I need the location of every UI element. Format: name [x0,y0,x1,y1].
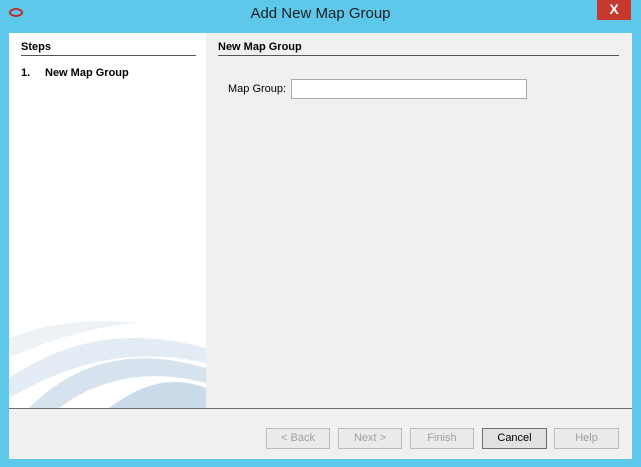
steps-divider [21,55,196,56]
window-title: Add New Map Group [250,5,391,22]
dialog-body: Steps 1. New Map Group New Map Group Map … [9,33,632,459]
finish-button[interactable]: Finish [410,428,474,449]
page-title: New Map Group [218,41,302,53]
title-bar[interactable]: Add New Map Group X [0,0,641,28]
map-group-input[interactable] [291,79,527,99]
dialog-window: Add New Map Group X Steps 1. New Map Grou… [0,0,641,467]
button-bar-divider [9,408,632,409]
step-number: 1. [21,67,31,79]
step-item[interactable]: 1. New Map Group [21,67,129,79]
steps-heading: Steps [21,41,51,53]
help-button[interactable]: Help [554,428,619,449]
steps-panel: Steps 1. New Map Group [9,33,206,408]
back-button[interactable]: < Back [266,428,330,449]
page-title-divider [218,55,619,56]
map-group-label: Map Group: [228,83,287,95]
cancel-button[interactable]: Cancel [482,428,547,449]
decorative-swoosh-graphic [9,321,206,408]
close-button[interactable]: X [597,0,631,20]
next-button[interactable]: Next > [338,428,402,449]
step-label: New Map Group [45,67,129,79]
